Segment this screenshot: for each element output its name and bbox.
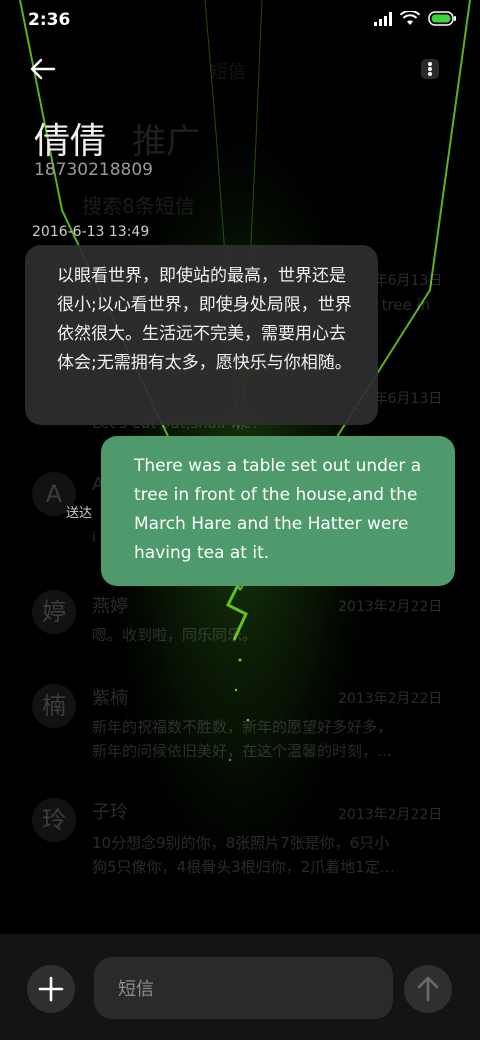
list-item-preview: 嗯。收到啦，同乐同乐。 <box>92 626 258 644</box>
status-icons <box>374 9 456 30</box>
message-input-placeholder: 短信 <box>118 979 154 1000</box>
send-button[interactable] <box>404 965 452 1013</box>
list-item-preview: i <box>92 530 96 546</box>
back-button[interactable] <box>28 54 68 86</box>
list-item-preview: 新年的祝福数不胜数，新年的愿望好多好多， <box>92 718 393 736</box>
more-button[interactable] <box>418 54 442 86</box>
list-item-name: 子玲 <box>92 802 128 823</box>
composer-bar: 短信 <box>0 934 480 1040</box>
contact-name: 倩倩 <box>34 121 107 162</box>
message-input[interactable]: 短信 <box>94 957 393 1019</box>
battery-icon <box>428 11 456 30</box>
more-vertical-icon <box>418 59 442 88</box>
list-item-name: 紫楠 <box>92 688 128 709</box>
list-item-preview-line2: 新年的问候依旧美好，在这个温馨的时刻，… <box>92 742 393 760</box>
signal-icon <box>374 11 392 30</box>
search-ghost: 搜索8条短信 <box>82 194 195 218</box>
list-item-preview: 10分想念9别的你，8张照片7张是你，6只小 <box>92 834 390 852</box>
outgoing-message-text: There was a table set out under a tree i… <box>134 456 422 563</box>
promo-ghost: 推广 <box>132 122 200 162</box>
list-item-preview-line2: 狗5只像你，4根骨头3根归你，2爪着地1定… <box>92 858 395 876</box>
top-bar: 短信 <box>0 48 480 92</box>
list-item-avatar: 楠 <box>32 684 76 728</box>
add-attachment-button[interactable] <box>27 965 75 1013</box>
contact-number: 18730218809 <box>34 160 153 180</box>
delivery-status: 送达 <box>66 506 93 521</box>
arrow-left-icon <box>28 58 58 88</box>
list-item-date: 2013年2月22日 <box>338 691 443 707</box>
incoming-message-bubble[interactable]: 以眼看世界，即使站的最高，世界还是很小;以心看世界，即使身处局限，世界依然很大。… <box>25 245 378 425</box>
incoming-message-text: 以眼看世界，即使站的最高，世界还是很小;以心看世界，即使身处局限，世界依然很大。… <box>57 266 352 373</box>
wifi-icon <box>399 9 421 30</box>
status-bar: 2:36 <box>0 0 480 40</box>
list-item-avatar: 玲 <box>32 798 76 842</box>
list-item-date: 2013年2月22日 <box>338 807 443 823</box>
status-time: 2:36 <box>28 10 71 30</box>
message-date: 2016-6-13 13:49 <box>32 224 150 240</box>
plus-icon <box>27 976 75 1017</box>
list-item-name: 燕婷 <box>92 596 128 617</box>
list-item-avatar: 婷 <box>32 590 76 634</box>
page-title-ghost: 短信 <box>210 62 246 83</box>
arrow-up-icon <box>404 976 452 1017</box>
list-item-date: 2013年2月22日 <box>338 599 443 615</box>
outgoing-message-bubble[interactable]: There was a table set out under a tree i… <box>101 436 455 586</box>
